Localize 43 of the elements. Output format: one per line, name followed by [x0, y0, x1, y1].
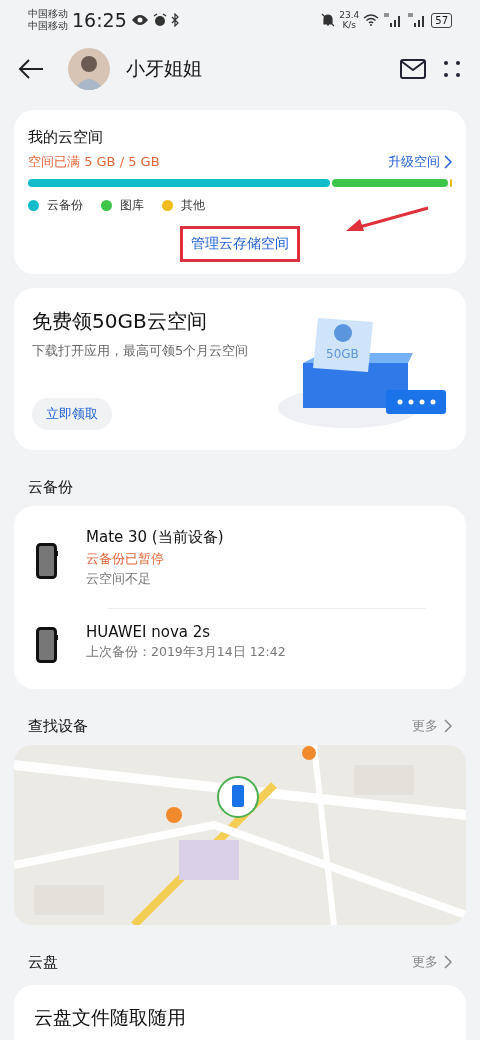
manage-storage-link[interactable]: 管理云存储空间: [180, 226, 300, 262]
battery-indicator: 57: [431, 12, 452, 28]
drive-card-title: 云盘文件随取随用: [34, 1005, 187, 1030]
chevron-icon: [444, 155, 452, 169]
legend-label: 图库: [120, 197, 144, 214]
promo-title: 免费领50GB云空间: [32, 308, 208, 335]
back-icon[interactable]: [18, 59, 44, 79]
mail-icon[interactable]: [400, 59, 426, 79]
usage-label: 空间已满 5 GB / 5 GB: [28, 153, 160, 171]
device-name: HUAWEI nova 2s: [86, 623, 212, 641]
wifi-icon: [363, 14, 380, 26]
profile-name: 小牙姐姐: [126, 56, 203, 81]
more-icon[interactable]: [442, 59, 462, 79]
carrier-label: 中国移动: [28, 20, 68, 32]
backup-status: 云备份已暂停: [86, 550, 165, 568]
phone-icon: [36, 543, 58, 579]
carrier-label: 中国移动: [28, 8, 68, 20]
capacity-label: 50GB: [326, 347, 359, 361]
alarm-icon: [152, 13, 167, 27]
more-link[interactable]: 更多: [412, 953, 452, 971]
network-speed: 23.4: [339, 10, 360, 20]
device-detail: 云空间不足: [86, 571, 152, 588]
avatar[interactable]: [68, 48, 110, 90]
upgrade-link[interactable]: 升级空间: [388, 153, 452, 171]
eye-icon: [130, 14, 149, 26]
mute-bell-icon: [321, 13, 336, 27]
promo-description: 下载打开应用，最高可领5个月云空间: [32, 343, 250, 359]
claim-button[interactable]: 立即领取: [32, 398, 112, 430]
chevron-icon: [444, 719, 452, 733]
speed-unit: K/s: [342, 20, 357, 30]
device-detail: 上次备份：2019年3月14日 12:42: [86, 644, 287, 661]
legend-label: 云备份: [47, 197, 83, 214]
card-title: 我的云空间: [28, 128, 104, 147]
chevron-icon: [444, 955, 452, 969]
section-title: 云备份: [28, 477, 73, 497]
more-link[interactable]: 更多: [412, 717, 452, 735]
clock: 16:25: [72, 9, 127, 31]
phone-icon: [36, 627, 58, 663]
bluetooth-icon: [170, 13, 179, 27]
section-title: 云盘: [28, 952, 58, 972]
device-name: Mate 30 (当前设备): [86, 528, 225, 547]
section-title: 查找设备: [28, 716, 88, 736]
legend-label: 其他: [181, 197, 205, 214]
